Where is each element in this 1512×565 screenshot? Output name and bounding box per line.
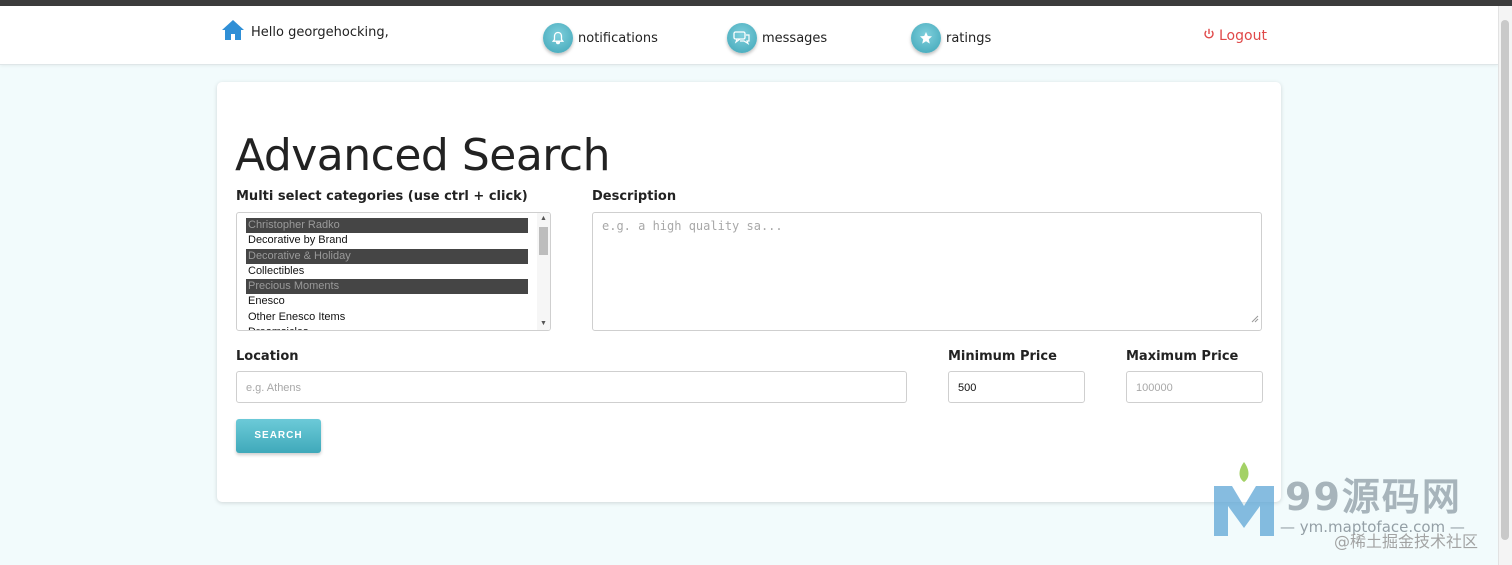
category-option[interactable]: Collectibles [246,264,528,279]
category-option[interactable]: Decorative by Brand [246,233,528,248]
logout-link[interactable]: Logout [1203,28,1267,44]
home-icon [221,19,251,45]
min-price-label: Minimum Price [948,349,1057,364]
nav-messages[interactable]: messages [727,23,827,53]
category-option[interactable]: Dreamsicles [246,325,528,330]
location-placeholder: e.g. Athens [246,382,302,394]
logout-label: Logout [1219,28,1267,44]
star-icon [911,23,941,53]
nav-notifications[interactable]: notifications [543,23,658,53]
categories-options: Christopher Radko Decorative by Brand Deco… [246,218,528,330]
min-price-input[interactable]: 500 [948,371,1085,403]
scroll-up-icon[interactable]: ▲ [537,213,550,225]
categories-scrollbar[interactable]: ▲ ▼ [537,213,550,330]
resize-grip-icon[interactable] [1251,310,1259,328]
description-textarea[interactable]: e.g. a high quality sa... [592,212,1262,331]
home-link[interactable]: Hello georgehocking, [221,19,389,45]
category-option[interactable]: Decorative & Holiday [246,248,528,264]
categories-multiselect[interactable]: Christopher Radko Decorative by Brand Deco… [236,212,551,331]
search-button[interactable]: SEARCH [236,419,321,453]
categories-label: Multi select categories (use ctrl + clic… [236,189,528,204]
power-icon [1203,28,1219,44]
description-label: Description [592,189,677,204]
top-navbar: Hello georgehocking, notifications messa… [0,6,1498,65]
location-label: Location [236,349,299,364]
page-scrollbar-thumb[interactable] [1501,20,1509,540]
category-option[interactable]: Precious Moments [246,279,528,295]
description-placeholder: e.g. a high quality sa... [602,219,783,233]
scroll-down-icon[interactable]: ▼ [537,318,550,330]
max-price-label: Maximum Price [1126,349,1239,364]
min-price-value: 500 [958,382,977,394]
watermark-credit: @稀土掘金技术社区 [1334,532,1479,551]
location-input[interactable]: e.g. Athens [236,371,907,403]
category-option[interactable]: Other Enesco Items [246,310,528,325]
category-option[interactable]: Christopher Radko [246,218,528,234]
category-option[interactable]: Enesco [246,294,528,309]
nav-ratings[interactable]: ratings [911,23,991,53]
watermark-brand: 99源码网 [1285,475,1462,519]
max-price-input[interactable]: 100000 [1126,371,1263,403]
chat-bubbles-icon [727,23,757,53]
nav-messages-label: messages [762,30,828,46]
page-title: Advanced Search [235,130,611,181]
watermark-logo-icon [1212,460,1276,543]
max-price-placeholder: 100000 [1136,382,1173,394]
nav-notifications-label: notifications [578,30,658,46]
nav-ratings-label: ratings [946,30,992,46]
bell-icon [543,23,573,53]
search-card: Advanced Search Multi select categories … [217,82,1281,502]
greeting-text: Hello georgehocking, [251,24,389,40]
categories-scrollbar-thumb[interactable] [539,227,548,255]
